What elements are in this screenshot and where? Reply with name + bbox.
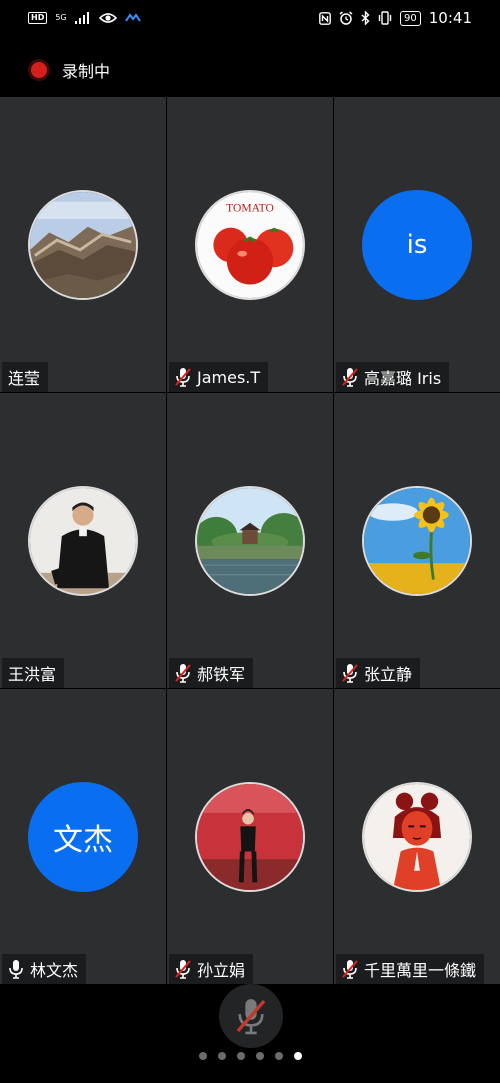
recording-label: 录制中 [62,62,111,81]
avatar-sunflower [362,486,472,596]
nfc-icon [319,11,331,25]
participant-tile[interactable]: 千里萬里一條鐵 [334,689,500,984]
mute-toggle-button[interactable] [219,984,283,1048]
participant-name-tag: 郝铁军 [169,658,254,688]
hd-badge: HD [28,12,48,24]
avatar-initials: 文杰 [28,782,138,892]
participant-name-tag: 张立静 [336,658,421,688]
bluetooth-icon [361,11,370,25]
avatar-man-portrait [28,486,138,596]
participant-tile[interactable]: 连莹 [0,97,166,392]
participant-name-tag: 林文杰 [2,954,87,984]
participant-name: 高嘉璐 Iris [364,369,442,388]
avatar-initials-text: 文杰 [53,823,113,858]
participant-tile[interactable]: 王洪富 [0,393,166,688]
mic-muted-icon [342,367,358,387]
participant-name: 林文杰 [30,961,79,980]
page-dot[interactable] [217,1052,226,1060]
participant-name-tag: 高嘉璐 Iris [336,362,450,392]
page-dot-active[interactable] [293,1052,302,1060]
mic-muted-icon [175,367,191,387]
page-dot[interactable] [198,1052,207,1060]
eye-icon [98,13,117,23]
avatar-initials: is [362,190,472,300]
avatar-illustrated-girl [362,782,472,892]
page-dot[interactable] [274,1052,283,1060]
participant-name: 千里萬里一條鐵 [364,961,477,980]
participant-name: James.T [197,367,261,387]
participant-name-tag: 王洪富 [2,658,65,688]
page-dot[interactable] [255,1052,264,1060]
mic-muted-icon [342,663,358,683]
vibrate-icon [378,11,392,25]
participant-grid: 连莹 TOMATO James.T is 高嘉璐 Iris 王洪富 郝铁军 张立… [0,97,500,984]
participant-tile[interactable]: 张立静 [334,393,500,688]
participant-tile[interactable]: is 高嘉璐 Iris [334,97,500,392]
participant-name-tag: 千里萬里一條鐵 [336,954,485,984]
mic-muted-icon [175,959,191,979]
app-notification-icon [124,13,141,22]
participant-tile[interactable]: TOMATO James.T [167,97,333,392]
avatar-pavilion [195,486,305,596]
record-dot-icon [28,59,50,81]
participant-name: 王洪富 [8,665,57,684]
page-dot[interactable] [236,1052,245,1060]
avatar-tomato: TOMATO [195,190,305,300]
avatar-great-wall [28,190,138,300]
clock: 10:41 [428,9,472,27]
mic-muted-icon [342,959,358,979]
network-type: 5G [55,13,67,22]
mic-muted-icon [175,663,191,683]
participant-tile[interactable]: 郝铁军 [167,393,333,688]
participant-name: 连莹 [8,369,41,388]
avatar-initials-text: is [406,230,428,260]
signal-icon [74,12,89,24]
participant-tile[interactable]: 文杰 林文杰 [0,689,166,984]
alarm-icon [339,11,353,25]
recording-indicator[interactable]: 录制中 [28,56,110,84]
battery-indicator: 90 [400,10,421,26]
participant-tile[interactable]: 孙立娟 [167,689,333,984]
status-right: 90 10:41 [319,9,472,27]
participant-name-tag: 孙立娟 [169,954,254,984]
participant-name: 张立静 [364,665,413,684]
status-left: HD 5G [28,12,141,24]
participant-name: 郝铁军 [197,665,246,684]
participant-name-tag: James.T [169,362,269,392]
avatar-stage-woman [195,782,305,892]
page-indicator [0,1052,500,1060]
participant-name-tag: 连莹 [2,362,49,392]
mic-on-icon [8,959,24,979]
mic-muted-icon [236,999,266,1035]
participant-name: 孙立娟 [197,961,246,980]
status-bar: HD 5G 90 10:41 [0,0,500,36]
tomato-avatar-text: TOMATO [226,201,274,214]
